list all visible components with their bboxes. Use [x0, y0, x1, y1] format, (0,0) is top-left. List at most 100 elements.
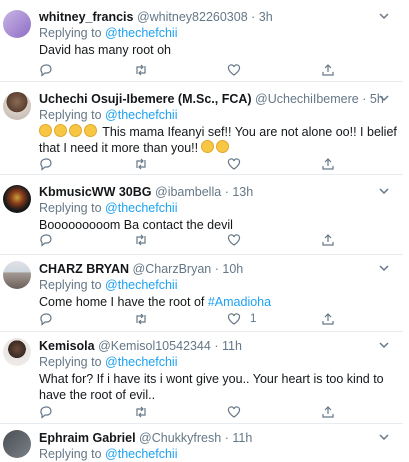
tweet-header: CHARZ BRYAN @CharzBryan · 10h [39, 261, 397, 277]
hashtag-link[interactable]: #Amadioha [208, 295, 271, 309]
like-icon[interactable] [227, 312, 241, 326]
tweet-header: Ephraim Gabriel @Chukkyfresh · 11h [39, 430, 397, 446]
timestamp[interactable]: 11h [232, 431, 252, 445]
like-count: 1 [250, 313, 257, 325]
avatar[interactable] [3, 10, 31, 38]
replying-handle[interactable]: @thechefchii [105, 201, 177, 215]
chevron-down-icon[interactable] [377, 261, 391, 275]
timestamp[interactable]: 13h [232, 185, 253, 199]
chevron-down-icon[interactable] [377, 338, 391, 352]
replying-label: Replying to [39, 278, 102, 292]
avatar[interactable] [3, 430, 31, 458]
replying-handle[interactable]: @thechefchii [105, 278, 177, 292]
replying-handle[interactable]: @thechefchii [105, 26, 177, 40]
replying-to: Replying to @thechefchii [39, 25, 397, 41]
tweet-actions [39, 404, 339, 420]
replying-label: Replying to [39, 201, 102, 215]
display-name[interactable]: CHARZ BRYAN [39, 262, 129, 276]
display-name[interactable]: whitney_francis [39, 10, 133, 24]
user-handle[interactable]: @Kemisol10542344 [98, 339, 211, 353]
reply-icon[interactable] [39, 233, 53, 247]
tweet-text-content: Come home I have the root of [39, 295, 208, 309]
avatar[interactable] [3, 92, 31, 120]
tweet-text: This mama Ifeanyi sef!! You are not alon… [39, 124, 397, 156]
tweet-actions [39, 232, 339, 248]
avatar[interactable] [3, 338, 31, 366]
laughing-emoji [84, 124, 97, 137]
tweet: whitney_francis @whitney82260308 · 3h Re… [0, 0, 403, 82]
display-name[interactable]: Kemisola [39, 339, 95, 353]
tweet-header: Kemisola @Kemisol10542344 · 11h [39, 338, 397, 354]
retweet-icon[interactable] [134, 312, 148, 326]
avatar[interactable] [3, 261, 31, 289]
tweet: Kemisola @Kemisol10542344 · 11h Replying… [0, 332, 403, 424]
tweet: CHARZ BRYAN @CharzBryan · 10h Replying t… [0, 255, 403, 332]
share-icon[interactable] [321, 312, 335, 326]
user-handle[interactable]: @ibambella [155, 185, 221, 199]
share-icon[interactable] [321, 157, 335, 171]
share-icon[interactable] [321, 63, 335, 77]
like-icon[interactable] [227, 63, 241, 77]
retweet-icon[interactable] [134, 157, 148, 171]
chevron-down-icon[interactable] [377, 430, 391, 444]
separator: · [224, 185, 229, 199]
chevron-down-icon[interactable] [377, 91, 391, 105]
tweet-actions: 1 [39, 311, 339, 327]
timestamp[interactable]: 11h [222, 339, 242, 353]
share-icon[interactable] [321, 233, 335, 247]
like-icon[interactable] [227, 157, 241, 171]
reply-icon[interactable] [39, 63, 53, 77]
retweet-icon[interactable] [134, 63, 148, 77]
user-handle[interactable]: @Chukkyfresh [139, 431, 221, 445]
separator: · [251, 10, 256, 24]
user-handle[interactable]: @UchechiIbemere [255, 92, 359, 106]
retweet-icon[interactable] [134, 233, 148, 247]
tweet-header: Uchechi Osuji-Ibemere (M.Sc., FCA) @Uche… [39, 91, 397, 107]
separator: · [362, 92, 367, 106]
reply-icon[interactable] [39, 312, 53, 326]
user-handle[interactable]: @whitney82260308 [137, 10, 248, 24]
separator: · [224, 431, 229, 445]
tweet-text: What for? If i have its i wont give you.… [39, 372, 384, 402]
replying-to: Replying to @thechefchii [39, 277, 397, 293]
laughing-emoji [54, 124, 67, 137]
reply-icon[interactable] [39, 157, 53, 171]
replying-to: Replying to @thechefchii [39, 200, 397, 216]
chevron-down-icon[interactable] [377, 9, 391, 23]
tweet-actions [39, 62, 339, 78]
timestamp[interactable]: 3h [259, 10, 273, 24]
tweet: KbmusicWW 30BG @ibambella · 13h Replying… [0, 175, 403, 255]
tweet-text: Come home I have the root of #Amadioha [39, 294, 397, 310]
replying-label: Replying to [39, 108, 102, 122]
reply-icon[interactable] [39, 405, 53, 419]
retweet-icon[interactable] [134, 405, 148, 419]
share-icon[interactable] [321, 405, 335, 419]
laughing-emoji [216, 140, 230, 153]
laughing-emoji [201, 140, 215, 153]
user-handle[interactable]: @CharzBryan [133, 262, 212, 276]
replying-handle[interactable]: @thechefchii [105, 447, 177, 461]
replying-handle[interactable]: @thechefchii [105, 108, 177, 122]
like-icon[interactable] [227, 405, 241, 419]
tweet-actions [39, 156, 339, 172]
tweet-header: whitney_francis @whitney82260308 · 3h [39, 9, 397, 25]
replying-to: Replying to @thechefchii [39, 354, 397, 370]
tweet: Ephraim Gabriel @Chukkyfresh · 11h Reply… [0, 424, 403, 461]
like-icon[interactable] [227, 233, 241, 247]
tweet-text: David has many root oh [39, 43, 172, 57]
replying-label: Replying to [39, 26, 102, 40]
separator: · [214, 262, 219, 276]
chevron-down-icon[interactable] [377, 184, 391, 198]
replying-handle[interactable]: @thechefchii [105, 355, 177, 369]
display-name[interactable]: Uchechi Osuji-Ibemere (M.Sc., FCA) [39, 92, 252, 106]
tweet-text: Booooooooom Ba contact the devil [39, 218, 233, 232]
tweet: Uchechi Osuji-Ibemere (M.Sc., FCA) @Uche… [0, 82, 403, 175]
avatar[interactable] [3, 185, 31, 213]
replying-to: Replying to @thechefchii [39, 107, 397, 123]
timestamp[interactable]: 10h [222, 262, 243, 276]
display-name[interactable]: KbmusicWW 30BG [39, 185, 152, 199]
replying-label: Replying to [39, 447, 102, 461]
display-name[interactable]: Ephraim Gabriel [39, 431, 136, 445]
replying-to: Replying to @thechefchii [39, 446, 397, 462]
laughing-emoji [69, 124, 82, 137]
